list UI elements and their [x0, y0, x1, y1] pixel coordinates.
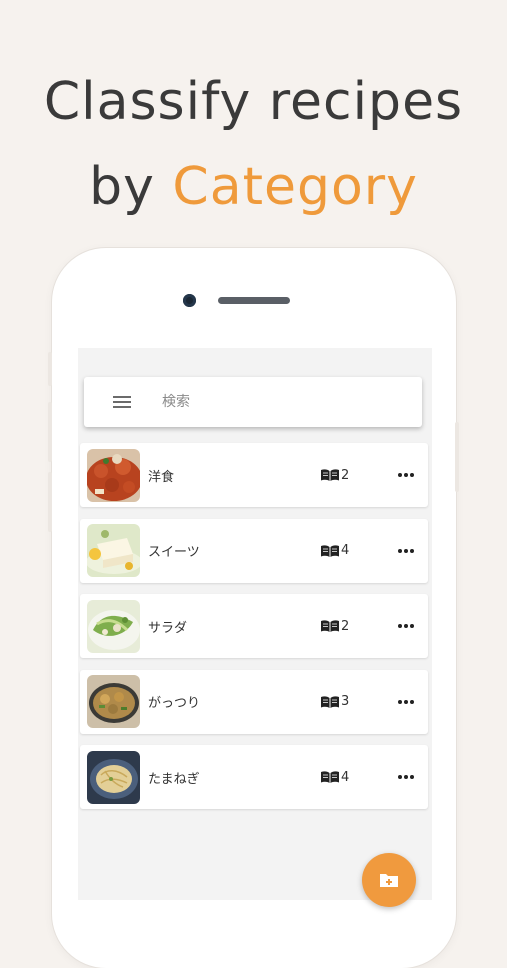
phone-side-button: [48, 352, 52, 386]
more-options-icon[interactable]: [398, 545, 416, 557]
open-book-icon: [321, 544, 339, 557]
hamburger-menu-icon[interactable]: [113, 395, 131, 409]
phone-power-button: [455, 422, 459, 492]
phone-volume-down: [48, 472, 52, 532]
category-card-yoshoku[interactable]: 洋食 2: [80, 443, 428, 507]
category-name: スイーツ: [148, 545, 200, 560]
onion-dish-thumbnail: [87, 750, 140, 804]
recipe-count: 4: [320, 745, 349, 809]
camera-icon: [183, 294, 196, 307]
recipe-count-value: 4: [341, 769, 350, 785]
search-input[interactable]: [160, 393, 394, 411]
category-card-salad[interactable]: サラダ 2: [80, 594, 428, 658]
category-list: 洋食 2 スイーツ 4 サラダ 2 がっつり 3 たまねぎ 4: [80, 443, 428, 821]
more-options-icon[interactable]: [398, 620, 416, 632]
category-card-onion[interactable]: たまねぎ 4: [80, 745, 428, 809]
headline-prefix: by: [89, 157, 173, 217]
open-book-icon: [321, 771, 339, 783]
recipe-count-value: 4: [341, 543, 350, 558]
recipe-count-value: 3: [341, 694, 350, 709]
more-options-icon[interactable]: [398, 696, 416, 708]
more-options-icon[interactable]: [398, 469, 416, 481]
recipe-count-value: 2: [341, 618, 350, 634]
tomato-stew-thumbnail: [87, 448, 140, 502]
category-name: サラダ: [148, 620, 188, 636]
headline-line-1: Classify recipes: [43, 72, 464, 132]
green-salad-thumbnail: [87, 599, 140, 653]
headline-line-2: by Category: [0, 157, 507, 217]
app-screen: 洋食 2 スイーツ 4: [78, 348, 432, 900]
recipe-count: 2: [320, 443, 349, 507]
speaker-grille: [218, 297, 290, 304]
recipe-count-value: 2: [341, 467, 350, 483]
category-card-sweets[interactable]: スイーツ 4: [80, 518, 428, 583]
category-name: たまねぎ: [148, 771, 200, 787]
open-book-icon: [321, 695, 339, 708]
recipe-count: 3: [320, 670, 349, 734]
add-category-button[interactable]: [362, 853, 416, 907]
category-name: 洋食: [148, 469, 175, 485]
cheesecake-thumbnail: [87, 524, 140, 577]
phone-volume-up: [48, 402, 52, 462]
open-book-icon: [321, 620, 339, 632]
headline-accent-word: Category: [172, 157, 418, 217]
search-bar: [84, 377, 422, 427]
category-name: がっつり: [148, 696, 201, 711]
add-folder-icon: [380, 874, 398, 887]
stir-fry-thumbnail: [87, 675, 140, 728]
recipe-count: 2: [320, 594, 349, 658]
recipe-count: 4: [320, 519, 349, 583]
more-options-icon[interactable]: [398, 771, 416, 783]
open-book-icon: [321, 469, 339, 481]
category-card-hearty[interactable]: がっつり 3: [80, 669, 428, 734]
